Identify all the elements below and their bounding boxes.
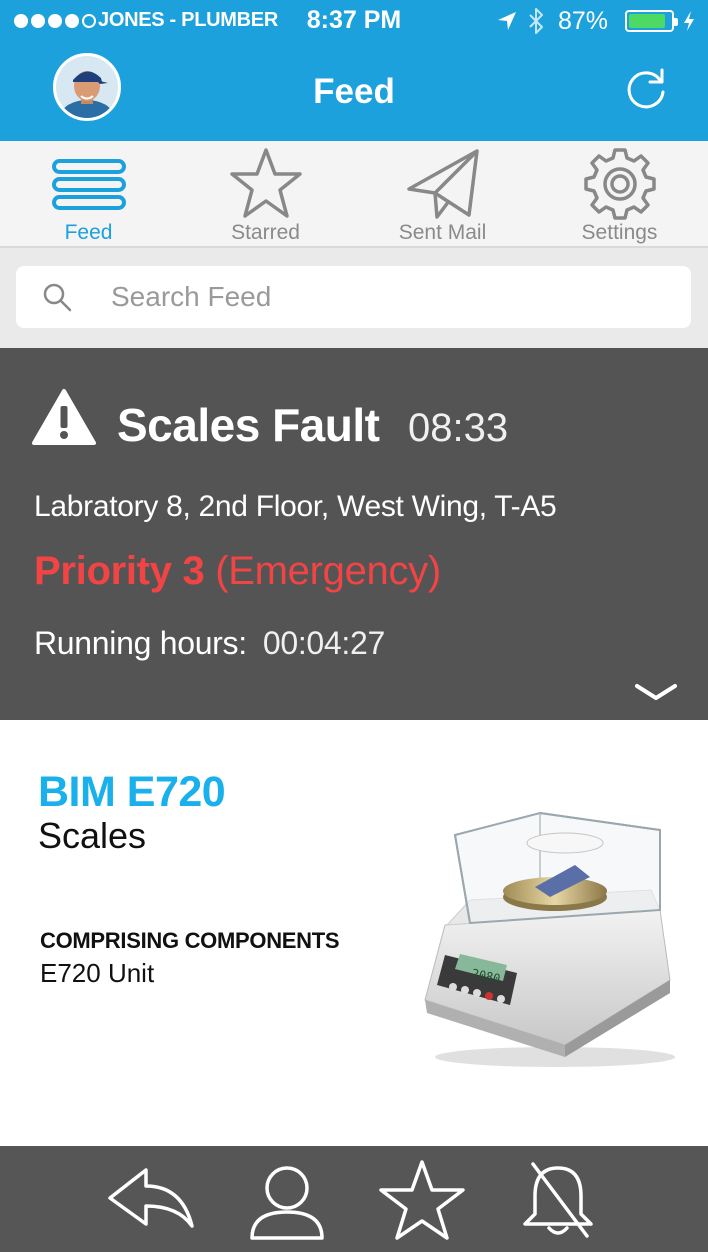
reply-button[interactable]: [106, 1160, 196, 1240]
battery-icon: [625, 10, 678, 32]
search-input[interactable]: [111, 276, 671, 318]
chevron-down-icon[interactable]: [634, 682, 678, 702]
charging-bolt-icon: [684, 11, 694, 31]
location-arrow-icon: [498, 12, 516, 30]
refresh-icon[interactable]: [622, 66, 670, 114]
status-bar: JONES - PLUMBER 8:37 PM 87%: [0, 0, 708, 42]
tab-settings[interactable]: Settings: [531, 141, 708, 246]
star-icon: [229, 148, 302, 218]
tab-sent-mail[interactable]: Sent Mail: [354, 141, 531, 246]
gear-icon: [583, 148, 656, 220]
fault-alert-card[interactable]: Scales Fault 08:33 Labratory 8, 2nd Floo…: [0, 348, 708, 720]
battery-fill: [629, 14, 665, 28]
alert-location: Labratory 8, 2nd Floor, West Wing, T-A5: [34, 490, 557, 523]
asset-card[interactable]: BIM E720 Scales COMPRISING COMPONENTS E7…: [0, 720, 708, 1146]
bluetooth-icon: [529, 8, 543, 34]
running-hours-label: Running hours:: [34, 625, 247, 661]
search-icon: [43, 283, 72, 312]
tab-feed[interactable]: Feed: [0, 141, 177, 246]
running-hours-value: 00:04:27: [262, 625, 386, 661]
tab-label: Feed: [64, 221, 113, 244]
battery-nub: [674, 18, 678, 26]
page-title: Feed: [313, 72, 395, 111]
star-button[interactable]: [377, 1160, 467, 1240]
tab-label: Starred: [231, 221, 300, 244]
mute-button[interactable]: [513, 1160, 603, 1240]
paper-plane-icon: [406, 149, 479, 219]
scale-product-image: 2080: [424, 811, 675, 1067]
asset-code: BIM E720: [38, 768, 226, 816]
search-box: [16, 266, 691, 328]
star-icon: [379, 1160, 465, 1240]
bell-off-icon: [523, 1162, 593, 1238]
battery-percent: 87%: [558, 7, 609, 35]
tab-bar: Feed Starred Sent Mail Settings: [0, 141, 708, 248]
bottom-toolbar: [0, 1146, 708, 1252]
tab-label: Settings: [581, 221, 658, 244]
search-bar-container: [0, 248, 708, 348]
alert-title: Scales Fault: [117, 399, 380, 451]
alert-time: 08:33: [408, 406, 509, 450]
top-header: JONES - PLUMBER 8:37 PM 87% Feed: [0, 0, 708, 141]
priority-type: (Emergency): [215, 549, 441, 593]
components-heading: COMPRISING COMPONENTS: [40, 928, 340, 953]
tab-label: Sent Mail: [398, 221, 487, 244]
running-hours: Running hours: 00:04:27: [34, 625, 385, 662]
contact-button[interactable]: [242, 1160, 332, 1240]
list-icon: [51, 159, 126, 210]
component-item: E720 Unit: [40, 958, 155, 988]
tab-starred[interactable]: Starred: [177, 141, 354, 246]
person-icon: [250, 1166, 324, 1240]
priority-label: Priority 3 (Emergency): [34, 549, 441, 594]
warning-icon: [32, 389, 96, 445]
priority-level: Priority 3: [34, 549, 205, 593]
reply-icon: [108, 1168, 194, 1228]
asset-type: Scales: [38, 815, 147, 856]
